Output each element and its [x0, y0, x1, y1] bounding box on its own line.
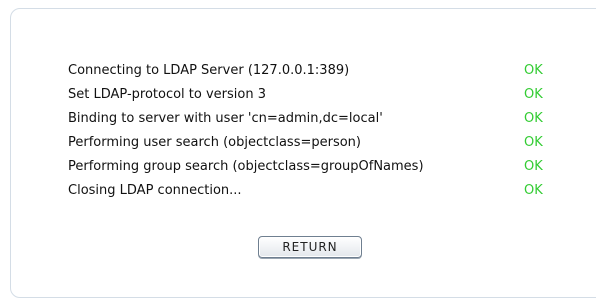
step-message: Performing group search (objectclass=gro…: [68, 158, 424, 174]
step-status: OK: [524, 110, 543, 126]
ldap-test-results: Connecting to LDAP Server (127.0.0.1:389…: [68, 58, 543, 202]
result-row: Closing LDAP connection... OK: [68, 178, 543, 202]
step-status: OK: [524, 182, 543, 198]
return-button[interactable]: RETURN: [258, 236, 362, 258]
step-status: OK: [524, 134, 543, 150]
step-status: OK: [524, 86, 543, 102]
step-message: Performing user search (objectclass=pers…: [68, 134, 361, 150]
result-row: Performing user search (objectclass=pers…: [68, 130, 543, 154]
result-row: Connecting to LDAP Server (127.0.0.1:389…: [68, 58, 543, 82]
step-message: Connecting to LDAP Server (127.0.0.1:389…: [68, 62, 350, 78]
step-status: OK: [524, 158, 543, 174]
step-status: OK: [524, 62, 543, 78]
step-message: Set LDAP-protocol to version 3: [68, 86, 267, 102]
step-message: Closing LDAP connection...: [68, 182, 242, 198]
step-message: Binding to server with user 'cn=admin,dc…: [68, 110, 383, 126]
result-row: Set LDAP-protocol to version 3 OK: [68, 82, 543, 106]
result-row: Binding to server with user 'cn=admin,dc…: [68, 106, 543, 130]
result-row: Performing group search (objectclass=gro…: [68, 154, 543, 178]
